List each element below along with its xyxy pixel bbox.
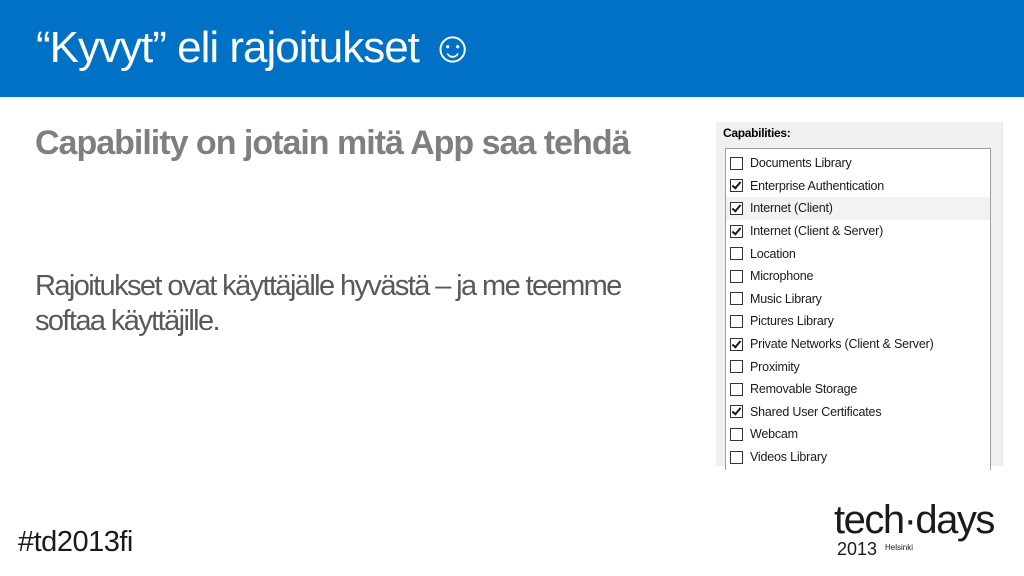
capability-item[interactable]: Internet (Client & Server): [726, 220, 990, 243]
capability-checkbox[interactable]: [730, 450, 743, 464]
capability-item[interactable]: Microphone: [726, 265, 990, 288]
capability-checkbox[interactable]: [730, 224, 743, 238]
capability-item[interactable]: Shared User Certificates: [726, 401, 990, 424]
capability-label: Location: [750, 246, 796, 261]
capability-item[interactable]: Proximity: [726, 355, 990, 378]
capability-item[interactable]: Videos Library: [726, 446, 990, 469]
capability-item[interactable]: Location: [726, 242, 990, 265]
capability-item[interactable]: Private Networks (Client & Server): [726, 333, 990, 356]
capabilities-panel: Capabilities: Documents Library Enterpri…: [716, 122, 1003, 470]
capability-label: Webcam: [750, 427, 798, 442]
capability-label: Videos Library: [750, 450, 827, 465]
capability-label: Internet (Client & Server): [750, 224, 884, 239]
logo-city: Helsinki: [885, 543, 914, 552]
capability-checkbox[interactable]: [730, 360, 743, 374]
logo-wordmark: tech·days: [834, 498, 995, 542]
techdays-logo: tech·days 2013 Helsinki: [834, 498, 1004, 562]
capability-item[interactable]: Webcam: [726, 423, 990, 446]
slide-subtitle: Capability on jotain mitä App saa tehdä: [35, 124, 630, 162]
event-hashtag: #td2013fi: [18, 526, 133, 558]
slide-body-text: Rajoitukset ovat käyttäjälle hyvästä – j…: [35, 270, 622, 337]
capability-item[interactable]: Music Library: [726, 288, 990, 311]
capability-checkbox[interactable]: [730, 427, 743, 441]
capability-checkbox[interactable]: [730, 156, 743, 170]
capabilities-heading: Capabilities:: [723, 126, 791, 140]
capabilities-list: Documents Library Enterprise Authenticat…: [725, 148, 991, 470]
capability-item[interactable]: Enterprise Authentication: [726, 175, 990, 198]
capability-label: Shared User Certificates: [750, 404, 882, 419]
capability-checkbox[interactable]: [730, 382, 743, 396]
capability-checkbox[interactable]: [730, 269, 743, 283]
capability-label: Internet (Client): [750, 201, 833, 216]
capability-label: Private Networks (Client & Server): [750, 337, 934, 352]
capability-item[interactable]: Removable Storage: [726, 378, 990, 401]
capability-label: Documents Library: [750, 156, 852, 171]
capability-checkbox[interactable]: [730, 314, 743, 328]
capability-checkbox[interactable]: [730, 179, 743, 193]
title-bar: “Kyvyt” eli rajoitukset ☺: [0, 0, 1024, 97]
capability-label: Proximity: [750, 359, 800, 374]
capability-label: Music Library: [750, 291, 822, 306]
capability-label: Pictures Library: [750, 314, 834, 329]
capability-label: Removable Storage: [750, 382, 858, 397]
capability-checkbox[interactable]: [730, 337, 743, 351]
capability-item[interactable]: Pictures Library: [726, 310, 990, 333]
capability-label: Enterprise Authentication: [750, 178, 884, 193]
capability-item[interactable]: Documents Library: [726, 152, 990, 175]
capability-item[interactable]: Internet (Client): [726, 197, 990, 220]
capability-checkbox[interactable]: [730, 247, 743, 261]
slide-title: “Kyvyt” eli rajoitukset ☺: [36, 23, 475, 72]
capability-checkbox[interactable]: [730, 292, 743, 306]
capability-checkbox[interactable]: [730, 405, 743, 419]
capability-label: Microphone: [750, 269, 814, 284]
logo-year: 2013: [837, 539, 878, 559]
capability-checkbox[interactable]: [730, 201, 743, 215]
